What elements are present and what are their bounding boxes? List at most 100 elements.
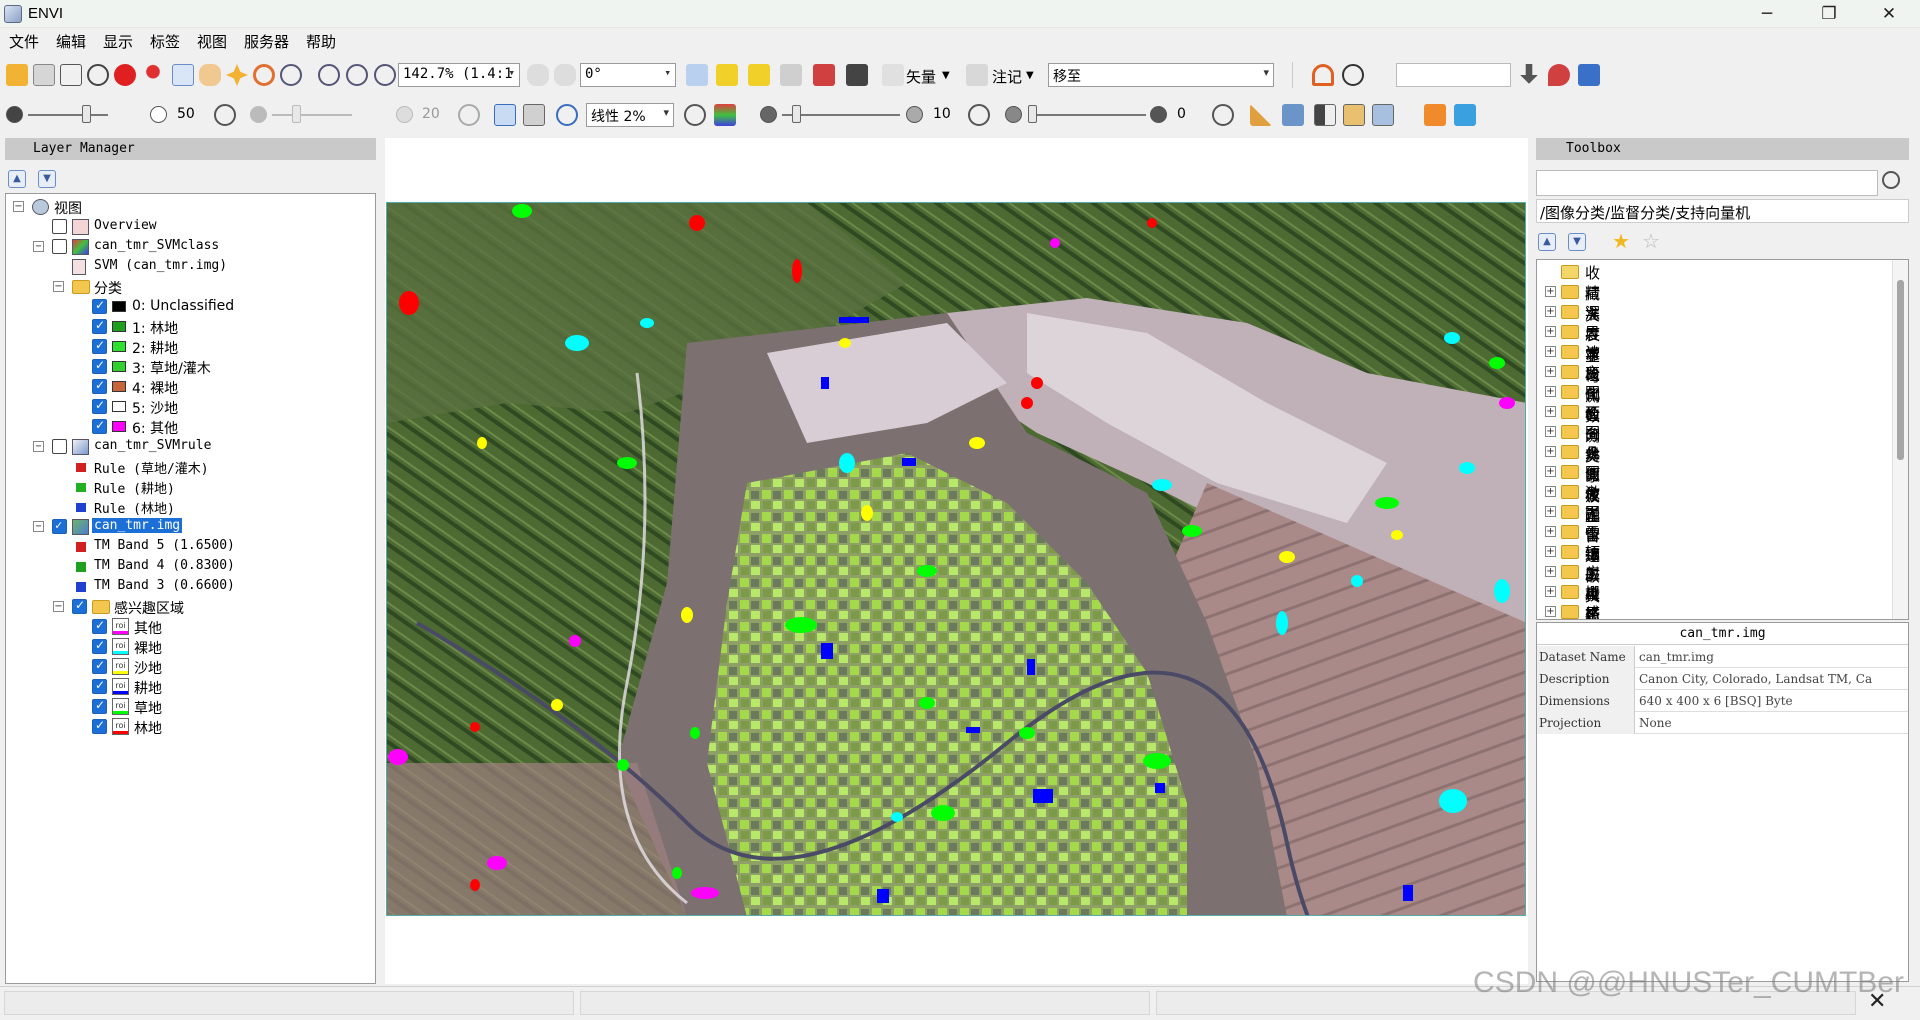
zoom-select[interactable]: 142.7% (1.4:1 ▾	[398, 63, 520, 87]
rotation-select[interactable]: 0° ▾	[580, 63, 676, 87]
zoom-icon[interactable]	[280, 64, 302, 86]
roi-checkbox[interactable]	[92, 718, 107, 734]
expand-icon[interactable]: +	[1545, 366, 1556, 377]
expand-icon[interactable]: +	[1545, 486, 1556, 497]
toolbox-down-icon[interactable]: ▼	[1568, 233, 1586, 251]
menu-server[interactable]: 服务器	[244, 31, 289, 52]
fly-icon[interactable]	[226, 64, 248, 86]
expand-icon[interactable]: +	[1545, 446, 1556, 457]
export-icon[interactable]	[1454, 104, 1476, 126]
rotate-icon[interactable]	[253, 64, 275, 86]
class-checkbox[interactable]	[92, 358, 107, 374]
download-icon[interactable]	[1520, 64, 1538, 84]
polyline-icon[interactable]	[716, 64, 738, 86]
portal-icon[interactable]	[1282, 104, 1304, 126]
toolbox-up-icon[interactable]: ▲	[1538, 233, 1556, 251]
blend-icon[interactable]	[1372, 104, 1394, 126]
unfavorite-star-icon[interactable]: ☆	[1642, 231, 1662, 251]
close-button[interactable]: ✕	[1866, 0, 1912, 28]
stretch-select[interactable]: 线性 2% ▾	[586, 103, 674, 127]
svm-rule-checkbox[interactable]	[52, 439, 67, 454]
image-checkbox[interactable]	[52, 518, 67, 534]
annotation-dropdown-icon[interactable]: ▼	[1026, 70, 1034, 81]
favorite-star-icon[interactable]: ★	[1612, 231, 1632, 251]
swipe-icon[interactable]	[1314, 104, 1336, 126]
expand-icon[interactable]: +	[1545, 306, 1556, 317]
dataset-icon[interactable]	[846, 64, 868, 86]
expand-icon[interactable]: +	[1545, 466, 1556, 477]
refresh-toolbox-icon[interactable]	[1882, 171, 1900, 189]
layers-icon[interactable]	[1578, 64, 1600, 86]
overview-checkbox[interactable]	[52, 219, 67, 234]
expand-icon[interactable]: +	[1545, 426, 1556, 437]
class-checkbox[interactable]	[92, 418, 107, 434]
vector-dropdown-icon[interactable]: ▼	[942, 70, 950, 81]
rotate-left-icon[interactable]	[527, 64, 549, 86]
pin-icon[interactable]	[142, 64, 164, 86]
roi-tool-icon[interactable]	[686, 64, 708, 86]
reset-sharpen-icon[interactable]	[968, 104, 990, 126]
minimize-button[interactable]: ─	[1744, 0, 1790, 28]
maximize-button[interactable]: ❐	[1806, 0, 1852, 28]
satellite-image[interactable]	[386, 202, 1526, 916]
clipboard-icon[interactable]	[33, 64, 55, 86]
expand-icon[interactable]: +	[1545, 506, 1556, 517]
roi-checkbox[interactable]	[92, 658, 107, 674]
goto-select[interactable]: 移至 ▾	[1048, 63, 1274, 87]
contrast-slider[interactable]	[272, 114, 352, 116]
expand-icon[interactable]: +	[1545, 546, 1556, 557]
class-checkbox[interactable]	[92, 318, 107, 334]
reset-stretch-icon[interactable]	[684, 104, 706, 126]
reset-transparency-icon[interactable]	[1212, 104, 1234, 126]
expand-icon[interactable]: +	[1545, 386, 1556, 397]
transparency-slider[interactable]	[1028, 114, 1146, 116]
brightness-slider[interactable]	[28, 114, 108, 116]
pixel-icon[interactable]	[748, 64, 770, 86]
expand-icon[interactable]: +	[1545, 586, 1556, 597]
refresh-stretch-icon[interactable]	[556, 104, 578, 126]
menu-display[interactable]: 显示	[103, 31, 133, 52]
expand-icon[interactable]: +	[1545, 566, 1556, 577]
stretch-icon[interactable]	[523, 104, 545, 126]
vector-icon[interactable]	[882, 64, 904, 86]
vector-label[interactable]: 矢量	[906, 66, 936, 87]
toolbox-search-input[interactable]	[1536, 170, 1878, 196]
open-folder-icon[interactable]	[6, 64, 28, 86]
menu-label[interactable]: 标签	[150, 31, 180, 52]
edit-icon[interactable]	[780, 64, 802, 86]
search-icon[interactable]	[1342, 64, 1364, 86]
roi-folder-checkbox[interactable]	[72, 598, 87, 614]
fit-view-icon[interactable]	[494, 104, 516, 126]
expand-icon[interactable]: +	[1545, 606, 1556, 617]
reset-brightness-icon[interactable]	[214, 104, 236, 126]
select-cursor-icon[interactable]	[172, 64, 194, 86]
menu-view[interactable]: 视图	[197, 31, 227, 52]
svm-class-checkbox[interactable]	[52, 239, 67, 254]
class-checkbox[interactable]	[92, 298, 107, 314]
toolbox-scroll-thumb[interactable]	[1897, 280, 1904, 460]
brightness-knob[interactable]	[82, 105, 91, 123]
flicker-icon[interactable]	[1343, 104, 1365, 126]
class-checkbox[interactable]	[92, 378, 107, 394]
monitor-icon[interactable]	[60, 64, 82, 86]
reset-contrast-icon[interactable]	[458, 104, 480, 126]
search-input[interactable]	[1396, 63, 1511, 87]
menu-edit[interactable]: 编辑	[56, 31, 86, 52]
zoom-in-icon[interactable]	[318, 64, 340, 86]
menu-help[interactable]: 帮助	[306, 31, 336, 52]
color-table-icon[interactable]	[714, 104, 736, 126]
sharpen-knob[interactable]	[792, 105, 801, 123]
expand-icon[interactable]: +	[1545, 346, 1556, 357]
roi-checkbox[interactable]	[92, 618, 107, 634]
zoom-extent-icon[interactable]	[374, 64, 396, 86]
satellite-image-canvas[interactable]	[387, 203, 1526, 916]
annotation-label[interactable]: 注记	[992, 66, 1022, 87]
zoom-out-icon[interactable]	[346, 64, 368, 86]
annotation-icon[interactable]	[966, 64, 988, 86]
profile-icon[interactable]	[1250, 104, 1272, 126]
toolbox-scrollbar[interactable]	[1892, 260, 1908, 619]
crosshair-icon[interactable]	[87, 64, 109, 86]
class-checkbox[interactable]	[92, 398, 107, 414]
contrast-knob[interactable]	[292, 105, 301, 123]
location-icon[interactable]	[1548, 64, 1570, 86]
